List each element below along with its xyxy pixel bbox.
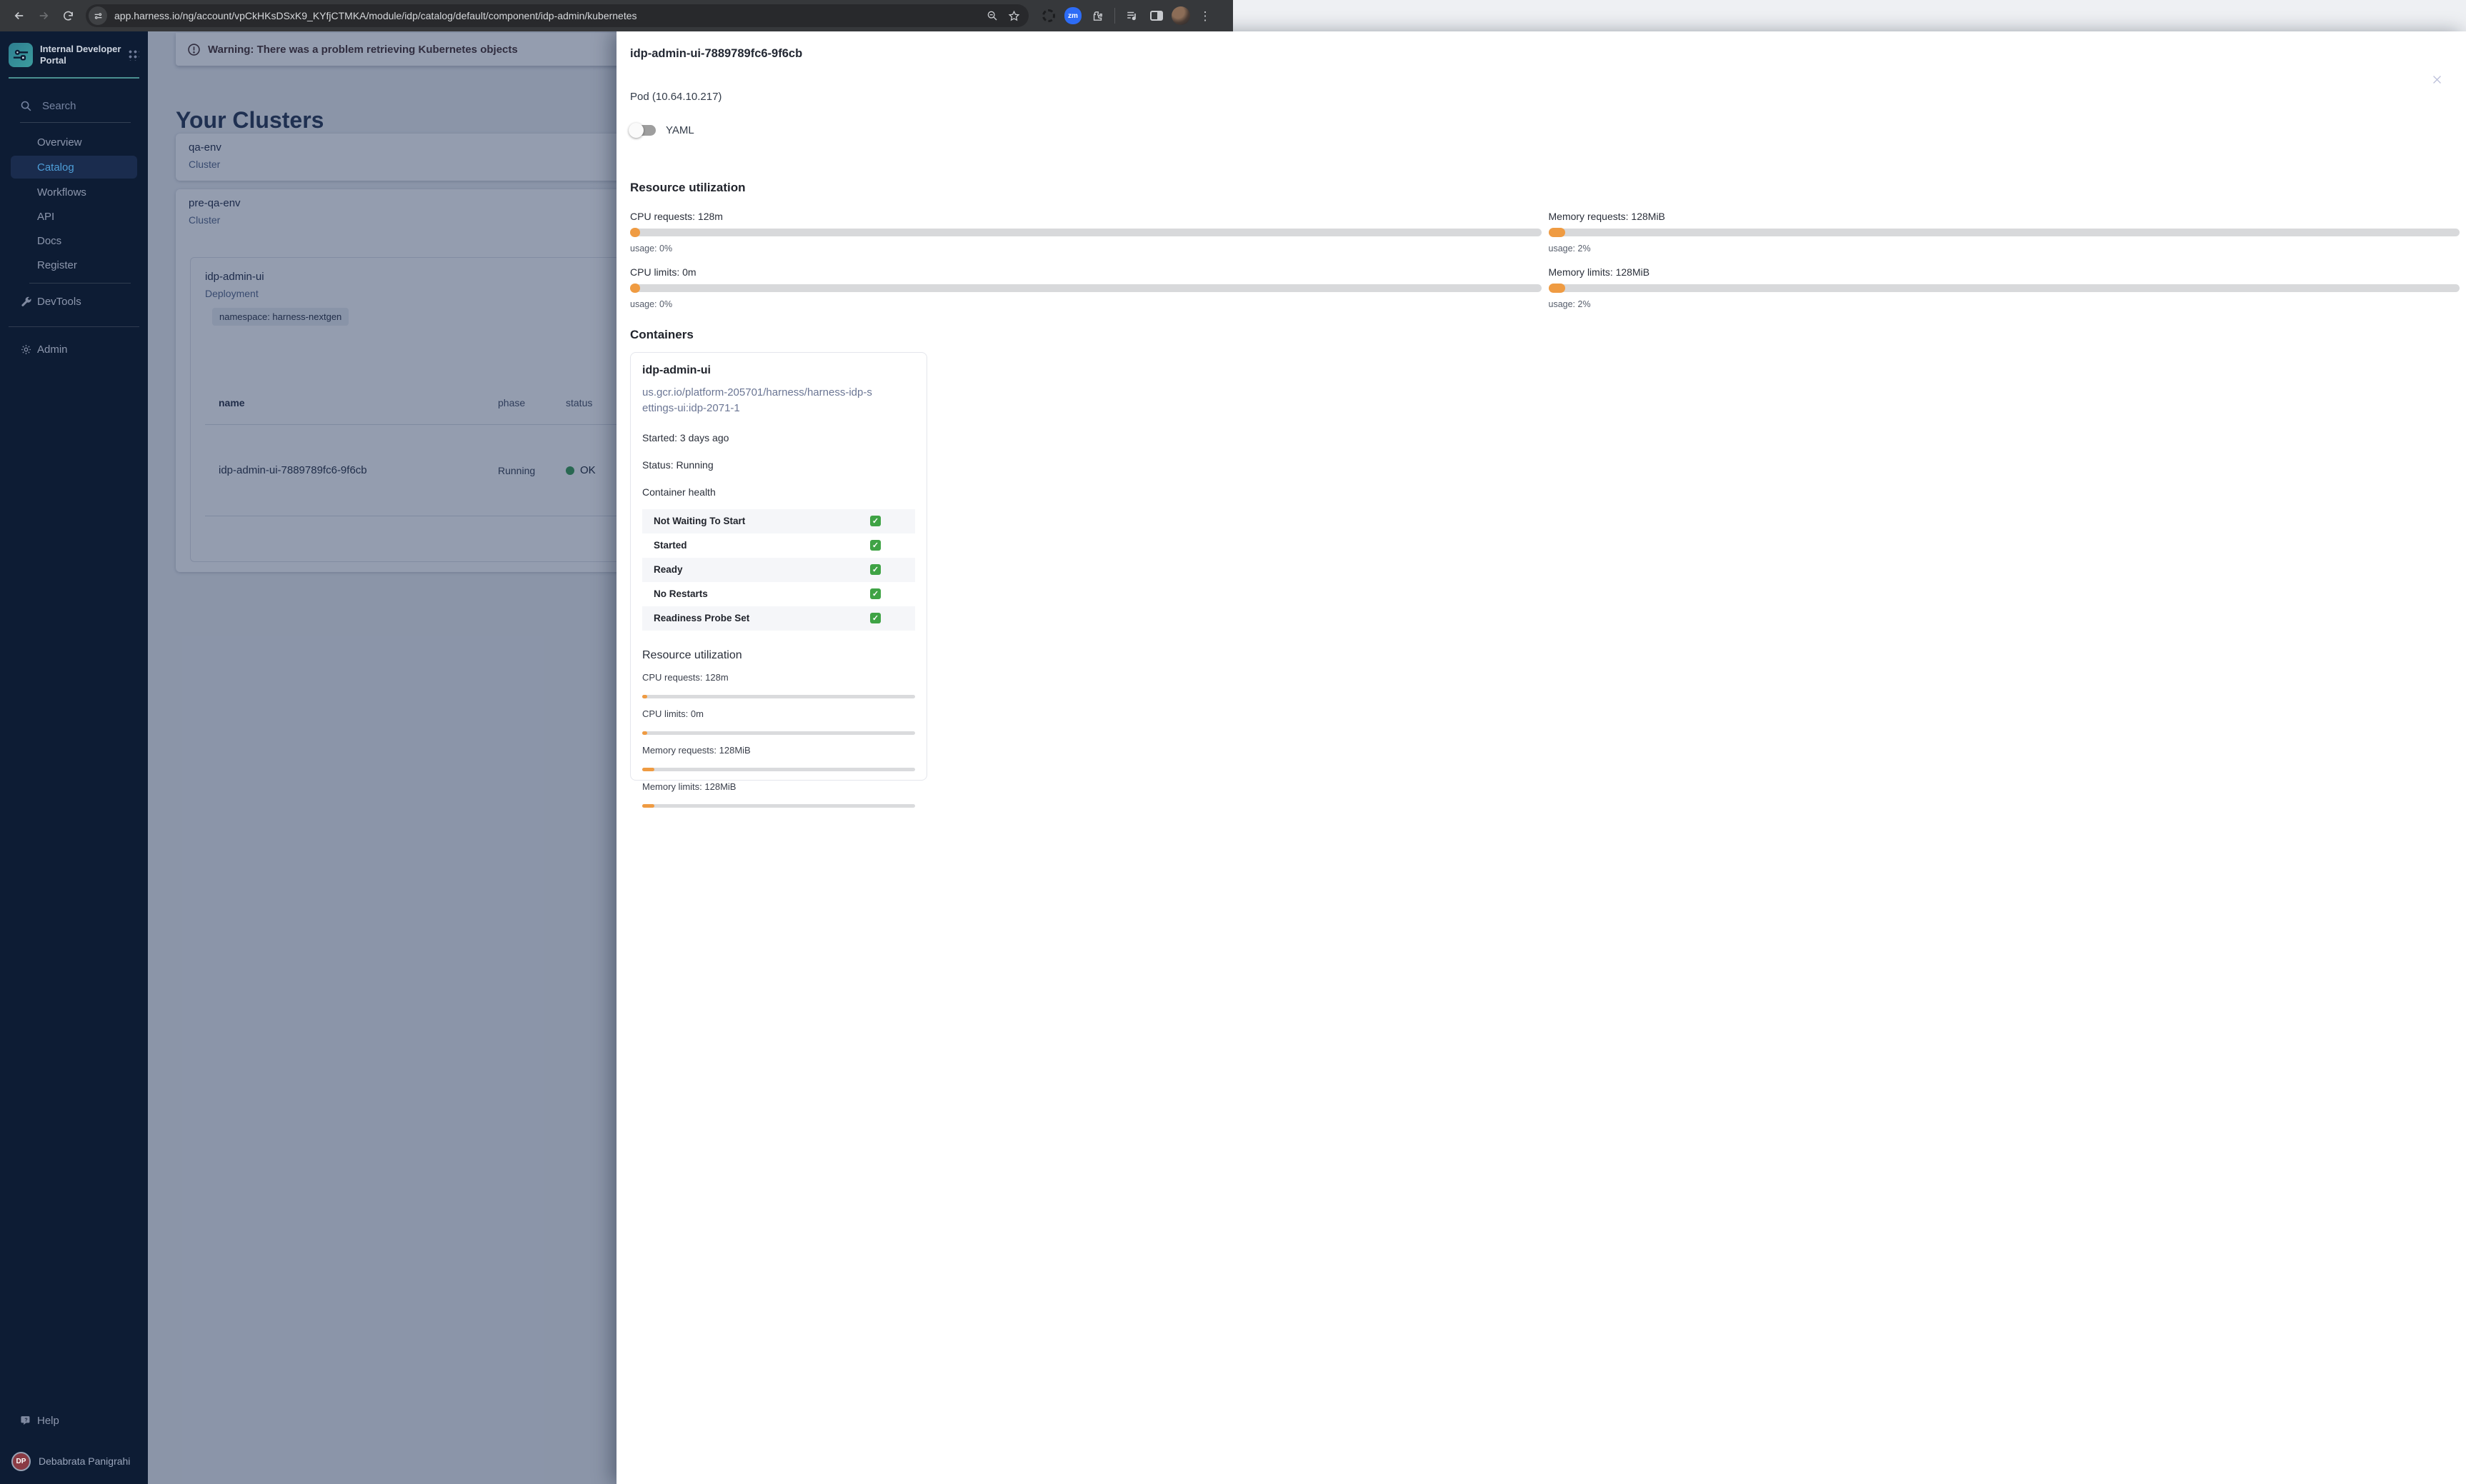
sidebar-divider-long (9, 326, 139, 327)
admin-label: Admin (37, 343, 68, 356)
sidebar-item-workflows[interactable]: Workflows (0, 181, 148, 203)
media-playlist-icon[interactable] (1122, 6, 1142, 26)
metric-memory-requests: Memory requests: 128MiB usage: 2% (1548, 211, 2460, 254)
back-icon[interactable] (7, 4, 31, 28)
yaml-toggle-label: YAML (666, 124, 694, 136)
memory-requests-bar (1548, 228, 2460, 237)
check-icon: ✓ (870, 613, 881, 623)
metric-memory-limits: Memory limits: 128MiB usage: 2% (1548, 266, 2460, 309)
sidebar-item-devtools[interactable]: DevTools (0, 289, 148, 314)
resource-metrics: CPU requests: 128m usage: 0% Memory requ… (630, 211, 2460, 309)
check-icon: ✓ (870, 588, 881, 599)
extensions-area: zm ⋮ (1039, 6, 1215, 26)
sidebar-item-help[interactable]: ? Help (0, 1408, 148, 1433)
container-image: us.gcr.io/platform-205701/harness/harnes… (642, 386, 872, 414)
sidebar: Internal Developer Portal Search Overvie… (0, 31, 148, 1484)
side-panel-icon[interactable] (1147, 6, 1167, 26)
bookmark-star-icon[interactable] (1003, 5, 1024, 26)
check-icon: ✓ (870, 516, 881, 526)
help-label: Help (37, 1414, 59, 1427)
cpu-requests-bar (630, 228, 1542, 237)
check-icon: ✓ (870, 564, 881, 575)
sidebar-divider (29, 283, 131, 284)
cpu-limits-bar (630, 284, 1542, 293)
harness-idp-logo (9, 43, 33, 67)
address-bar[interactable]: app.harness.io/ng/account/vpCkHKsDSxK9_K… (86, 4, 1029, 27)
portal-title: Internal Developer Portal (40, 43, 121, 66)
container-cpu-limits-label: CPU limits: 0m (642, 708, 704, 719)
forward-icon[interactable] (31, 4, 56, 28)
site-settings-icon[interactable] (89, 6, 107, 25)
svg-text:?: ? (24, 1417, 27, 1423)
container-started: Started: 3 days ago (642, 431, 729, 443)
sidebar-item-overview[interactable]: Overview (0, 131, 148, 153)
container-memory-limits-bar (642, 803, 915, 808)
metric-cpu-requests: CPU requests: 128m usage: 0% (630, 211, 1542, 254)
container-name: idp-admin-ui (642, 364, 711, 376)
user-name: Debabrata Panigrahi (39, 1455, 131, 1467)
browser-toolbar: app.harness.io/ng/account/vpCkHKsDSxK9_K… (0, 0, 1233, 31)
pod-ip-label: Pod (10.64.10.217) (630, 91, 722, 103)
wrench-icon (19, 296, 33, 308)
memory-limits-bar (1548, 284, 2460, 293)
container-memory-limits-label: Memory limits: 128MiB (642, 781, 737, 792)
url-text[interactable]: app.harness.io/ng/account/vpCkHKsDSxK9_K… (114, 10, 982, 21)
container-health-heading: Container health (642, 486, 716, 498)
health-row-ready: Ready ✓ (642, 557, 915, 582)
yaml-toggle-knob (629, 123, 644, 138)
close-icon[interactable] (2429, 71, 2445, 87)
sidebar-item-api[interactable]: API (0, 206, 148, 227)
help-chat-icon: ? (19, 1415, 33, 1427)
browser-menu-icon[interactable]: ⋮ (1195, 6, 1215, 26)
resource-utilization-heading: Resource utilization (630, 181, 746, 194)
devtools-label: DevTools (37, 295, 81, 308)
toolbar-divider (1114, 8, 1115, 24)
yaml-toggle[interactable] (629, 123, 656, 138)
app-switcher-icon[interactable] (128, 49, 139, 61)
sidebar-item-register[interactable]: Register (0, 254, 148, 276)
health-row-readiness-probe: Readiness Probe Set ✓ (642, 606, 915, 631)
browser-profile-avatar[interactable] (1171, 6, 1191, 26)
sidebar-accent-divider (9, 77, 139, 79)
container-resource-heading: Resource utilization (642, 648, 742, 661)
loading-extension-icon[interactable] (1039, 6, 1059, 26)
user-menu[interactable]: DP Debabrata Panigrahi (0, 1448, 148, 1474)
check-icon: ✓ (870, 540, 881, 551)
health-row-started: Started ✓ (642, 533, 915, 558)
container-memory-requests-label: Memory requests: 128MiB (642, 744, 751, 756)
health-row-no-restarts: No Restarts ✓ (642, 582, 915, 606)
container-cpu-requests-bar (642, 694, 915, 698)
container-memory-requests-bar (642, 767, 915, 771)
user-avatar: DP (11, 1451, 31, 1471)
sidebar-nav: Overview Catalog Workflows API Docs Regi… (0, 131, 148, 276)
yaml-toggle-row: YAML (629, 123, 2460, 138)
container-card: idp-admin-ui us.gcr.io/platform-205701/h… (630, 352, 927, 808)
gear-icon (19, 344, 33, 356)
container-cpu-limits-bar (642, 731, 915, 735)
find-in-page-icon[interactable] (982, 5, 1003, 26)
container-status: Status: Running (642, 458, 714, 471)
sidebar-item-catalog[interactable]: Catalog (11, 156, 137, 179)
search-icon (21, 101, 31, 111)
container-health-list: Not Waiting To Start ✓ Started ✓ Ready ✓… (642, 508, 915, 631)
metric-cpu-limits: CPU limits: 0m usage: 0% (630, 266, 1542, 309)
zoom-extension-icon[interactable]: zm (1063, 6, 1083, 26)
reload-icon[interactable] (56, 4, 80, 28)
sidebar-item-docs[interactable]: Docs (0, 230, 148, 251)
drawer-title: idp-admin-ui-7889789fc6-9f6cb (630, 47, 803, 60)
container-cpu-requests-label: CPU requests: 128m (642, 671, 729, 683)
health-row-not-waiting: Not Waiting To Start ✓ (642, 508, 915, 533)
sidebar-search[interactable]: Search (20, 100, 131, 123)
containers-heading: Containers (630, 328, 694, 341)
search-label: Search (42, 100, 76, 112)
sidebar-item-admin[interactable]: Admin (0, 337, 148, 361)
extensions-puzzle-icon[interactable] (1087, 6, 1107, 26)
pod-details-drawer: idp-admin-ui-7889789fc6-9f6cb Pod (10.64… (616, 31, 2466, 1484)
